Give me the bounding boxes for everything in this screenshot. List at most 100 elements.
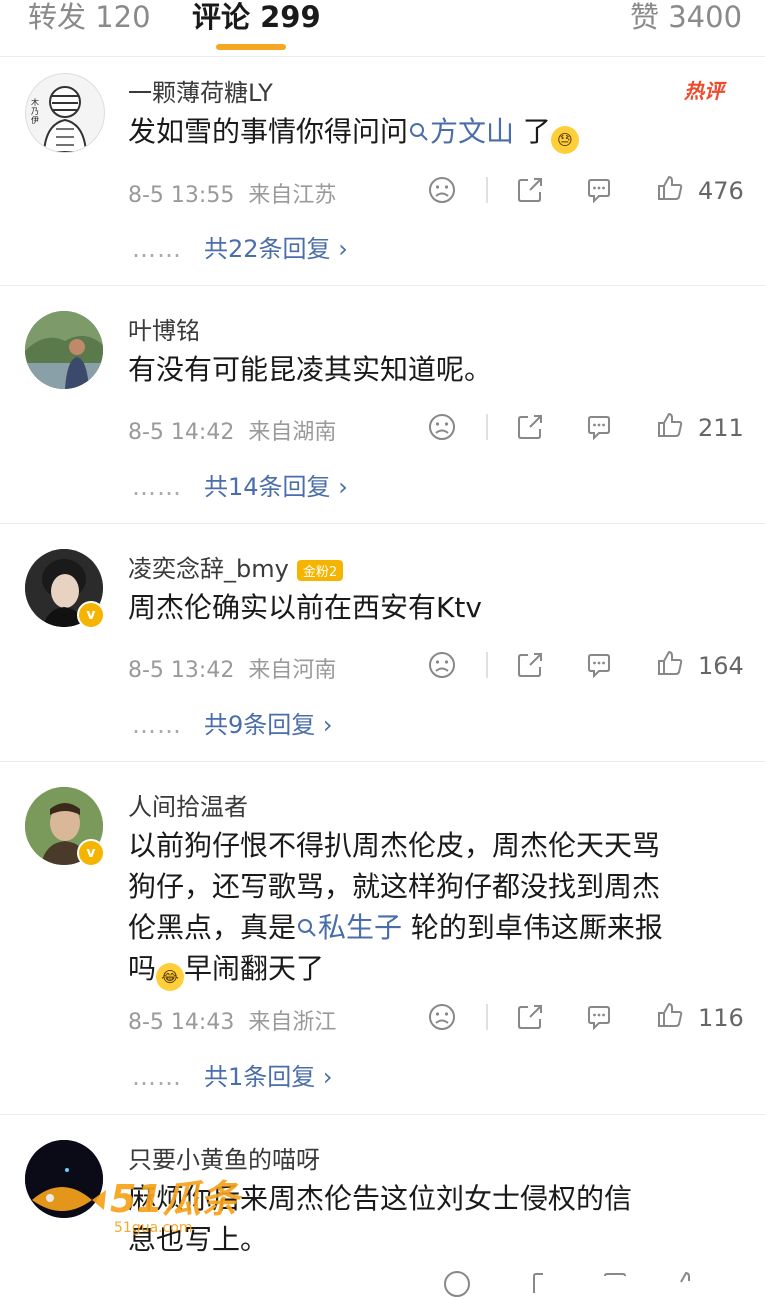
replies-count: 共1条回复 (204, 1063, 316, 1091)
verified-badge-icon: v (77, 601, 105, 629)
comment-text-part: 发如雪的事情你得问问 (128, 115, 409, 148)
comment-meta: 8-5 14:42 来自湖南 (128, 414, 336, 446)
username[interactable]: 叶博铭 (128, 311, 200, 346)
share-icon[interactable] (515, 175, 545, 205)
comment-text-part: 吗 (128, 952, 157, 985)
share-icon[interactable] (515, 1002, 545, 1032)
comment-meta: 8-5 13:42 来自河南 (128, 652, 336, 684)
username[interactable]: 人间拾温者 (128, 787, 248, 822)
dislike-icon[interactable] (427, 650, 457, 680)
avatar[interactable]: v (25, 787, 105, 867)
watermark-logo: 51瓜条 51gua.com (22, 1160, 262, 1240)
reply-icon[interactable] (584, 412, 614, 442)
avatar-text: 木乃伊 (31, 98, 39, 125)
comment-text-line: 伦黑点，真是 私生子 轮的到卓伟这厮来报 (128, 907, 738, 948)
mention-text: 方文山 (430, 115, 515, 148)
thumbs-up-icon[interactable] (655, 410, 685, 440)
comment-text-part: 伦黑点，真是 (128, 911, 297, 944)
action-bar-partial (420, 1265, 740, 1297)
comment-text-part: 了 (514, 115, 551, 148)
thumbs-up-icon[interactable] (655, 173, 685, 203)
reply-icon[interactable] (584, 1002, 614, 1032)
username-row: 凌奕念辞_bmy 金粉2 (128, 549, 344, 584)
comment-location: 来自浙江 (248, 1010, 337, 1035)
share-icon[interactable] (515, 650, 545, 680)
comment-text: 有没有可能昆凌其实知道呢。 (128, 353, 493, 386)
divider (486, 652, 488, 678)
topic-link[interactable]: 方文山 (408, 115, 514, 148)
comment-location: 来自河南 (248, 658, 337, 683)
hot-comment-badge: 热评 (684, 79, 724, 103)
username[interactable]: 一颗薄荷糖LY (128, 73, 273, 108)
view-replies-link[interactable]: …… 共14条回复 › (132, 467, 348, 502)
thumbs-up-icon[interactable] (655, 1000, 685, 1030)
comment-item: v 凌奕念辞_bmy 金粉2 周杰伦确实以前在西安有Ktv 8-5 13:42 来… (0, 524, 765, 762)
share-icon[interactable] (530, 1269, 560, 1299)
search-icon (410, 123, 428, 141)
chevron-right-icon: › (338, 235, 348, 263)
comment-text-part: 早闹翻天了 (184, 952, 325, 985)
chevron-right-icon: › (322, 711, 333, 739)
avatar-image (25, 311, 103, 389)
view-replies-link[interactable]: …… 共1条回复 › (132, 1057, 333, 1092)
comment-meta: 8-5 13:55 来自江苏 (128, 177, 336, 209)
replies-count: 共22条回复 (204, 235, 331, 263)
divider (486, 1004, 488, 1030)
topic-link[interactable]: 私生子 (296, 911, 402, 944)
like-count: 211 (698, 414, 744, 442)
reply-icon[interactable] (584, 175, 614, 205)
dislike-icon[interactable] (427, 1002, 457, 1032)
tab-reposts[interactable]: 转发 120 (28, 0, 151, 36)
thumbs-up-icon[interactable] (672, 1269, 702, 1299)
tab-bar: 转发 120 评论 299 赞 3400 (0, 0, 765, 57)
comment-item: 叶博铭 有没有可能昆凌其实知道呢。 8-5 14:42 来自湖南 211 …… 共… (0, 286, 765, 524)
username[interactable]: 凌奕念辞_bmy (128, 555, 289, 583)
view-replies-link[interactable]: …… 共22条回复 › (132, 229, 348, 264)
svg-text:51瓜条: 51瓜条 (110, 1177, 243, 1221)
mention-text: 私生子 (318, 911, 403, 944)
ellipsis: …… (132, 473, 182, 501)
like-count: 476 (698, 177, 744, 205)
view-replies-link[interactable]: …… 共9条回复 › (132, 705, 333, 740)
tab-likes[interactable]: 赞 3400 (630, 0, 742, 36)
replies-count: 共9条回复 (204, 711, 316, 739)
svg-text:51gua.com: 51gua.com (114, 1220, 193, 1236)
sweat-emoji-icon: 😓 (550, 126, 579, 154)
avatar[interactable]: v (25, 549, 105, 629)
dislike-icon[interactable] (442, 1269, 472, 1299)
ellipsis: …… (132, 1063, 182, 1091)
dislike-icon[interactable] (427, 175, 457, 205)
like-count: 116 (698, 1004, 744, 1032)
chevron-right-icon: › (322, 1063, 333, 1091)
dislike-icon[interactable] (427, 412, 457, 442)
comment-text-line: 以前狗仔恨不得扒周杰伦皮，周杰伦天天骂 (128, 829, 661, 862)
divider (486, 177, 488, 203)
verified-badge-icon: v (77, 839, 105, 867)
comment-text: 发如雪的事情你得问问 方文山 了 😓 (128, 111, 738, 154)
watermark-image: 51瓜条 51gua.com (32, 1177, 243, 1236)
comment-date: 8-5 13:55 (128, 183, 235, 208)
comment-date: 8-5 14:42 (128, 420, 235, 445)
replies-count: 共14条回复 (204, 473, 331, 501)
comment-text: 以前狗仔恨不得扒周杰伦皮，周杰伦天天骂 狗仔，还写歌骂，就这样狗仔都没找到周杰 … (128, 825, 738, 991)
comment-location: 来自湖南 (248, 420, 337, 445)
comment-item: 木乃伊 一颗薄荷糖LY 热评 发如雪的事情你得问问 方文山 了 😓 8-5 13:5… (0, 57, 765, 286)
avatar[interactable] (25, 311, 103, 389)
comment-meta: 8-5 14:43 来自浙江 (128, 1004, 336, 1036)
reply-icon[interactable] (600, 1269, 630, 1299)
share-icon[interactable] (515, 412, 545, 442)
comment-text-line: 吗 😂 早闹翻天了 (128, 948, 738, 991)
comment-date: 8-5 14:43 (128, 1010, 235, 1035)
tab-comments[interactable]: 评论 299 (192, 0, 321, 36)
ellipsis: …… (132, 711, 182, 739)
fan-level-badge: 金粉2 (296, 559, 344, 581)
comment-location: 来自江苏 (248, 183, 337, 208)
divider (486, 414, 488, 440)
reply-icon[interactable] (584, 650, 614, 680)
laughing-emoji-icon: 😂 (156, 963, 185, 991)
ellipsis: …… (132, 235, 182, 263)
avatar[interactable]: 木乃伊 (25, 73, 105, 153)
thumbs-up-icon[interactable] (655, 648, 685, 678)
comment-item: v 人间拾温者 以前狗仔恨不得扒周杰伦皮，周杰伦天天骂 狗仔，还写歌骂，就这样狗… (0, 762, 765, 1115)
comment-text-line: 狗仔，还写歌骂，就这样狗仔都没找到周杰 (128, 870, 661, 903)
